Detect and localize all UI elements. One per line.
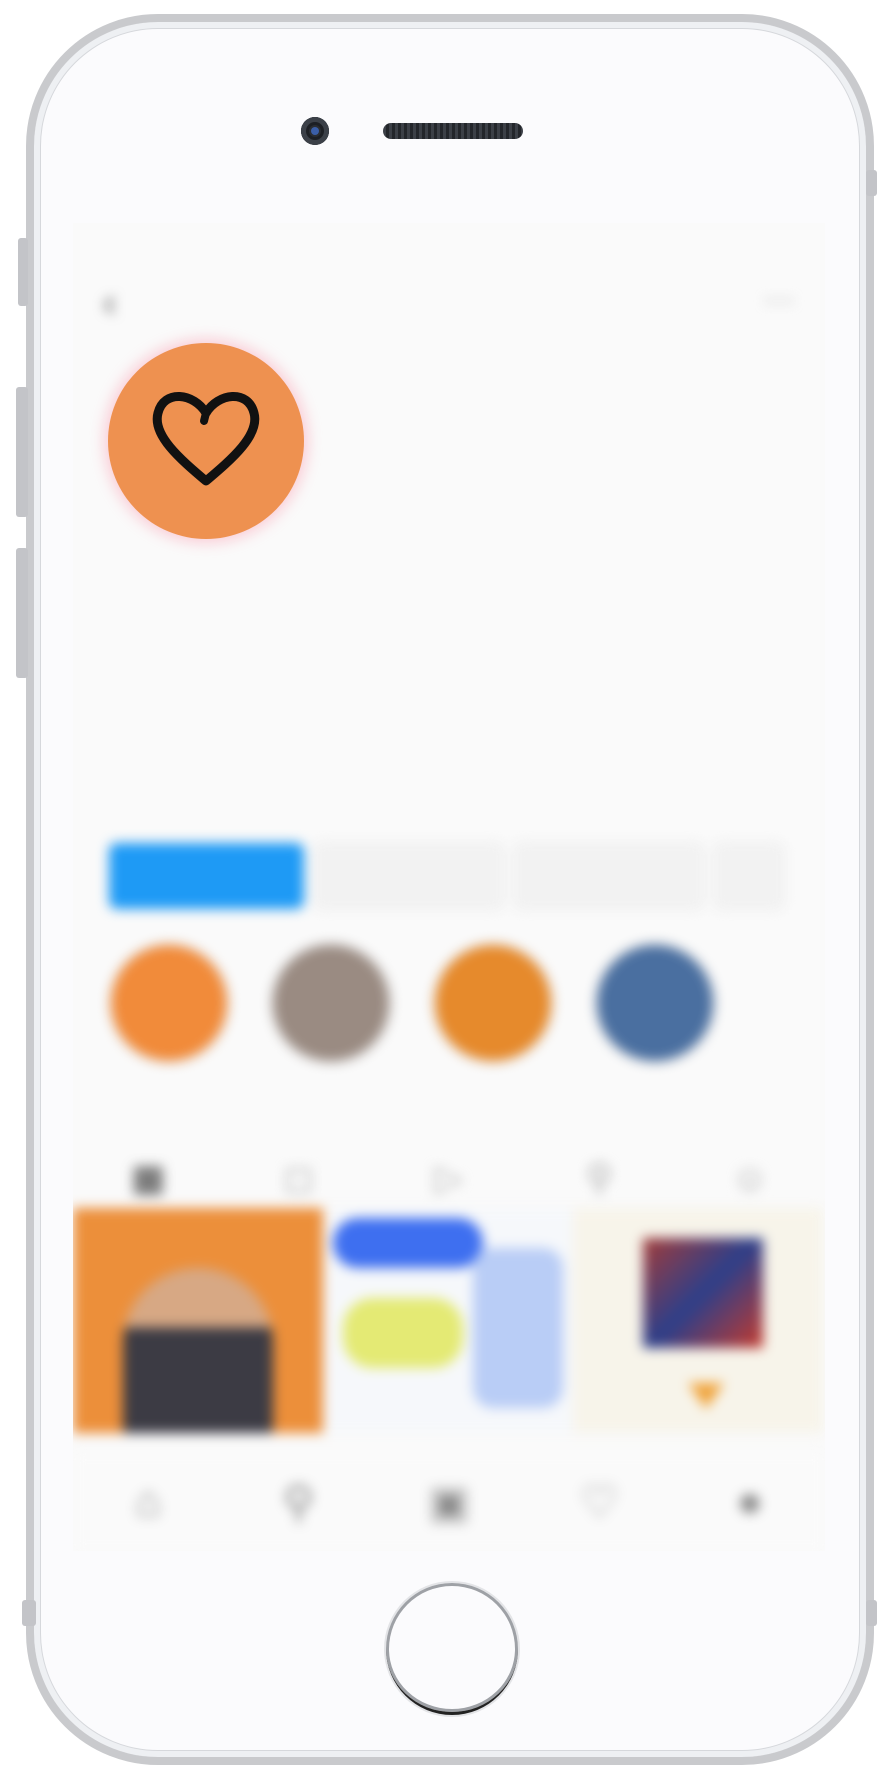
post-image-photo — [643, 1238, 763, 1348]
grid-icon[interactable]: ▦ — [73, 1148, 223, 1208]
suggested-accounts-button[interactable] — [714, 843, 784, 909]
post-image-shape — [333, 1218, 483, 1268]
mute-switch — [18, 238, 28, 306]
post-thumbnail[interactable] — [323, 1208, 573, 1433]
stat-posts[interactable] — [323, 413, 483, 493]
side-marker-bottom-right — [866, 1600, 877, 1626]
reels-icon[interactable]: ▣ — [374, 1453, 524, 1551]
profile-stats — [323, 413, 803, 493]
profile-actions — [109, 843, 809, 913]
highlight-cover — [109, 943, 229, 1063]
earpiece-speaker — [383, 123, 523, 139]
app-screen: ‹ ⋯ ▦ ◻ ▷ ⚲ ☺ ⌂ ⚲ ▣ ♡ ● — [73, 223, 825, 1551]
post-image-shape — [343, 1298, 463, 1368]
search-icon[interactable]: ⚲ — [223, 1453, 373, 1551]
volume-up-button — [16, 387, 28, 517]
guides-icon[interactable]: ⚲ — [524, 1148, 674, 1208]
tagged-icon[interactable]: ☺ — [675, 1148, 825, 1208]
post-thumbnail[interactable] — [573, 1208, 823, 1433]
bottom-navigation: ⌂ ⚲ ▣ ♡ ● — [73, 1453, 825, 1551]
follow-button[interactable] — [109, 843, 304, 909]
highlight-cover — [595, 943, 715, 1063]
volume-down-button — [16, 548, 28, 678]
video-icon[interactable]: ▷ — [374, 1148, 524, 1208]
home-icon[interactable]: ⌂ — [73, 1453, 223, 1551]
back-chevron-icon[interactable]: ‹ — [103, 281, 116, 326]
profile-avatar[interactable] — [108, 343, 304, 539]
highlight-item[interactable] — [271, 943, 391, 1077]
story-highlights — [109, 943, 809, 1113]
home-button[interactable] — [386, 1583, 518, 1715]
post-image-triangle — [688, 1383, 724, 1409]
status-bar — [73, 223, 825, 273]
more-options-icon[interactable]: ⋯ — [763, 281, 795, 319]
reels-icon[interactable]: ◻ — [223, 1148, 373, 1208]
power-button — [866, 170, 877, 196]
posts-grid — [73, 1208, 825, 1433]
contact-button[interactable] — [514, 843, 704, 909]
highlight-item[interactable] — [433, 943, 553, 1077]
front-camera — [301, 117, 329, 145]
stat-following[interactable] — [643, 413, 803, 493]
highlight-cover — [433, 943, 553, 1063]
side-marker-bottom-left — [22, 1600, 36, 1626]
highlight-item[interactable] — [109, 943, 229, 1077]
post-image-person — [123, 1268, 273, 1433]
message-button[interactable] — [314, 843, 504, 909]
profile-icon[interactable]: ● — [675, 1453, 825, 1551]
post-thumbnail[interactable] — [73, 1208, 323, 1433]
stat-followers[interactable] — [483, 413, 643, 493]
profile-tabs: ▦ ◻ ▷ ⚲ ☺ — [73, 1148, 825, 1208]
heart-outline-icon — [152, 392, 260, 486]
highlight-item[interactable] — [595, 943, 715, 1077]
post-image-shape — [473, 1248, 563, 1408]
highlight-cover — [271, 943, 391, 1063]
heart-icon[interactable]: ♡ — [524, 1453, 674, 1551]
profile-header: ‹ ⋯ — [73, 273, 825, 333]
